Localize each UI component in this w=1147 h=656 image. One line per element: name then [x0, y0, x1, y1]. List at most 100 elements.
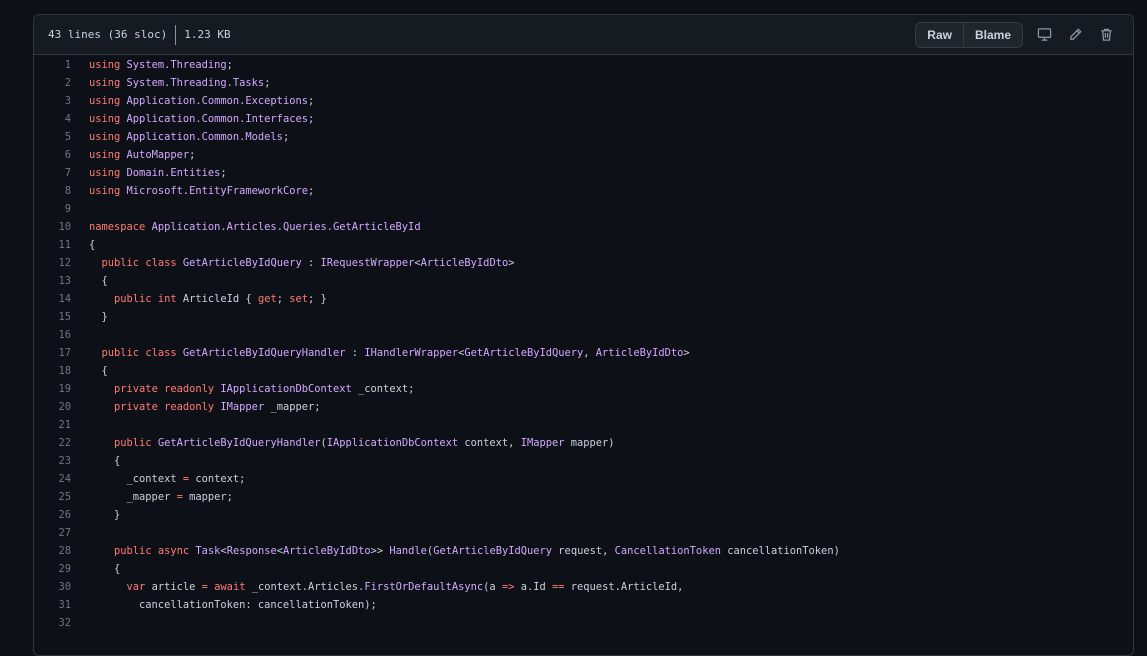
line-number[interactable]: 27: [34, 524, 71, 542]
trash-icon[interactable]: [1093, 22, 1119, 48]
line-content: _context = context;: [71, 470, 246, 488]
code-token: mapper;: [182, 491, 233, 503]
line-number[interactable]: 6: [34, 146, 71, 164]
keyword-token: using: [89, 149, 121, 161]
line-number[interactable]: 1: [34, 56, 71, 74]
line-content: [71, 326, 89, 344]
code-token: {: [89, 563, 121, 575]
code-token: ;: [307, 95, 315, 107]
type-token: Application.Common.Exceptions: [126, 95, 308, 107]
code-token: >>: [370, 545, 390, 557]
line-number[interactable]: 10: [34, 218, 71, 236]
line-number[interactable]: 4: [34, 110, 71, 128]
type-token: Response: [226, 545, 277, 557]
keyword-token: private: [114, 401, 158, 413]
line-number[interactable]: 18: [34, 362, 71, 380]
keyword-token: async: [157, 545, 190, 557]
code-area[interactable]: 1 using System.Threading; 2 using System.Th…: [34, 55, 1133, 632]
line-number[interactable]: 5: [34, 128, 71, 146]
raw-button[interactable]: Raw: [916, 22, 963, 47]
keyword-token: get: [257, 293, 277, 305]
keyword-token: public: [114, 545, 152, 557]
line-number[interactable]: 17: [34, 344, 71, 362]
code-token: :: [345, 347, 365, 359]
line-number[interactable]: 2: [34, 74, 71, 92]
line-number[interactable]: 12: [34, 254, 71, 272]
code-line: 32: [34, 614, 1133, 632]
line-number[interactable]: 22: [34, 434, 71, 452]
desktop-icon[interactable]: [1031, 22, 1057, 48]
line-number[interactable]: 20: [34, 398, 71, 416]
line-number[interactable]: 29: [34, 560, 71, 578]
type-token: ArticleByIdDto: [420, 257, 509, 269]
code-line: 23 {: [34, 452, 1133, 470]
line-number[interactable]: 30: [34, 578, 71, 596]
line-number[interactable]: 26: [34, 506, 71, 524]
type-token: AutoMapper: [126, 149, 190, 161]
keyword-token: var: [126, 581, 146, 593]
divider: [175, 24, 177, 45]
keyword-token: using: [89, 185, 121, 197]
code-token: ;: [282, 131, 290, 143]
keyword-token: =>: [501, 581, 515, 593]
code-token: ;: [307, 113, 315, 125]
line-number[interactable]: 8: [34, 182, 71, 200]
code-token: ,: [583, 347, 596, 359]
line-number[interactable]: 14: [34, 290, 71, 308]
line-number[interactable]: 16: [34, 326, 71, 344]
line-number[interactable]: 15: [34, 308, 71, 326]
code-line: 21: [34, 416, 1133, 434]
code-token: cancellationToken): [720, 545, 840, 557]
code-line: 26 }: [34, 506, 1133, 524]
keyword-token: using: [89, 95, 121, 107]
line-number[interactable]: 11: [34, 236, 71, 254]
line-number[interactable]: 19: [34, 380, 71, 398]
code-line: 9: [34, 200, 1133, 218]
line-number[interactable]: 24: [34, 470, 71, 488]
code-token: _mapper;: [264, 401, 321, 413]
line-number[interactable]: 3: [34, 92, 71, 110]
keyword-token: using: [89, 77, 121, 89]
type-token: GetArticleByIdQueryHandler: [157, 437, 321, 449]
code-line: 11 {: [34, 236, 1133, 254]
code-line: 1 using System.Threading;: [34, 56, 1133, 74]
type-token: Microsoft.EntityFrameworkCore: [126, 185, 308, 197]
line-content: public async Task<Response<ArticleByIdDt…: [71, 542, 840, 560]
code-token: ; }: [308, 293, 327, 305]
keyword-token: namespace: [89, 221, 146, 233]
code-token: :: [301, 257, 321, 269]
line-content: }: [71, 506, 120, 524]
line-number[interactable]: 7: [34, 164, 71, 182]
keyword-token: public: [101, 347, 140, 359]
keyword-token: set: [289, 293, 309, 305]
line-number[interactable]: 32: [34, 614, 71, 632]
code-token: request,: [552, 545, 615, 557]
type-token: IRequestWrapper: [320, 257, 415, 269]
code-token: ;: [276, 293, 290, 305]
type-token: IApplicationDbContext: [326, 437, 459, 449]
code-line: 19 private readonly IApplicationDbContex…: [34, 380, 1133, 398]
line-content: public GetArticleByIdQueryHandler(IAppli…: [71, 434, 615, 452]
code-token: request.ArticleId,: [564, 581, 684, 593]
line-number[interactable]: 25: [34, 488, 71, 506]
line-number[interactable]: 21: [34, 416, 71, 434]
line-number[interactable]: 23: [34, 452, 71, 470]
line-number[interactable]: 9: [34, 200, 71, 218]
keyword-token: public: [114, 293, 152, 305]
code-token: cancellationToken: cancellationToken);: [89, 599, 377, 611]
file-viewer: 43 lines (36 sloc) 1.23 KB Raw Blame 1 us…: [33, 14, 1134, 656]
pencil-icon[interactable]: [1062, 22, 1088, 48]
line-content: using Application.Common.Interfaces;: [71, 110, 314, 128]
line-number[interactable]: 28: [34, 542, 71, 560]
blame-button[interactable]: Blame: [962, 22, 1022, 47]
line-number[interactable]: 31: [34, 596, 71, 614]
view-button-group: Raw Blame: [915, 21, 1023, 48]
type-token: ArticleByIdDto: [283, 545, 371, 557]
code-token: ;: [264, 77, 271, 89]
line-number[interactable]: 13: [34, 272, 71, 290]
